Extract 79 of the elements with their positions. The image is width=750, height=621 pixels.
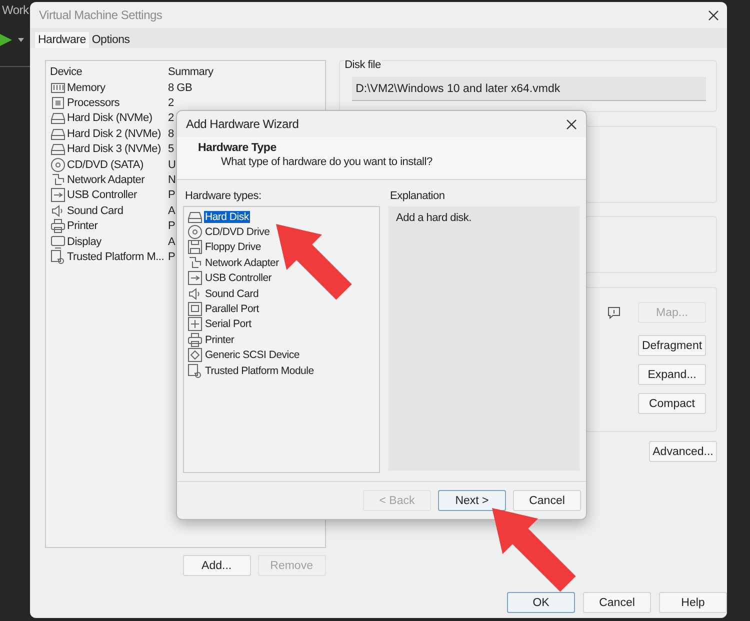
disc-icon — [187, 224, 203, 240]
printer-icon — [187, 332, 203, 348]
usb-icon — [50, 187, 66, 204]
table-cell: 8 — [168, 128, 174, 140]
list-item[interactable]: CD/DVD Drive — [204, 226, 271, 238]
port-icon — [187, 301, 203, 318]
monitor-icon — [50, 234, 66, 250]
table-cell: N — [168, 174, 176, 186]
list-item[interactable]: Parallel Port — [204, 303, 260, 316]
table-cell: P — [168, 250, 176, 263]
heading: Hardware Type — [198, 142, 278, 154]
explanation-text: Add a hard disk. — [396, 212, 472, 224]
table-cell: Sound Card — [67, 204, 124, 217]
port-icon — [187, 316, 203, 332]
table-cell: P — [168, 189, 176, 202]
button[interactable]: Compact — [638, 393, 706, 414]
network-icon — [187, 254, 203, 271]
table-cell: Hard Disk 2 (NVMe) — [67, 128, 161, 140]
window-title: Virtual Machine Settings — [39, 8, 162, 22]
table-cell: Hard Disk (NVMe) — [67, 112, 152, 124]
button[interactable]: Next > — [438, 490, 506, 511]
tab[interactable]: Hardware — [35, 32, 89, 48]
table-cell: Printer — [67, 220, 98, 232]
table-cell: CD/DVD (SATA) — [67, 158, 144, 171]
table-cell: U — [168, 158, 176, 171]
dialog-title: Add Hardware Wizard — [186, 117, 299, 131]
tab[interactable]: Options — [88, 32, 133, 48]
list-item[interactable]: Sound Card — [204, 288, 260, 300]
button[interactable]: Add... — [182, 555, 251, 576]
close-icon[interactable] — [708, 10, 719, 20]
list-item[interactable]: Printer — [204, 334, 236, 346]
table-cell: 5 — [168, 143, 174, 156]
table-cell: Display — [67, 236, 102, 248]
table-cell: 2 — [168, 112, 174, 124]
button[interactable]: Cancel — [583, 592, 651, 613]
column-header: Device — [50, 66, 84, 78]
info-icon — [607, 306, 621, 319]
list-item[interactable]: Floppy Drive — [204, 241, 262, 254]
key-icon — [187, 362, 203, 379]
printer-icon — [50, 218, 66, 234]
list-item[interactable]: USB Controller — [204, 272, 273, 284]
button[interactable]: Defragment — [638, 335, 706, 356]
chip-icon — [50, 95, 66, 112]
table-cell: USB Controller — [67, 189, 137, 202]
table-cell: Processors — [67, 97, 120, 110]
caret-icon — [18, 38, 24, 42]
advanced-button[interactable]: Advanced... — [649, 441, 717, 462]
key-icon — [50, 249, 66, 265]
list-item[interactable]: Hard Disk — [204, 210, 250, 223]
list-label: Hardware types: — [184, 190, 262, 204]
device-icon — [187, 347, 203, 364]
table-cell: A — [168, 204, 176, 217]
table-cell: 2 — [168, 97, 174, 110]
column-header: Summary — [168, 66, 214, 78]
list-item[interactable]: Network Adapter — [204, 256, 280, 269]
subheading: What type of hardware do you want to install? — [221, 156, 434, 168]
usb-icon — [187, 270, 203, 286]
disc-icon — [50, 156, 66, 173]
app-title: Work — [2, 3, 29, 17]
group-label: Disk file — [344, 59, 382, 71]
path-field[interactable]: D:\VM2\Windows 10 and later x64.vmdk — [352, 77, 706, 101]
list-item[interactable]: Serial Port — [204, 318, 252, 330]
close-icon[interactable] — [566, 118, 577, 130]
table-cell: Network Adapter — [67, 174, 145, 186]
table-cell: Memory — [67, 82, 106, 94]
table-cell: Hard Disk 3 (NVMe) — [67, 143, 161, 156]
play-icon — [0, 34, 12, 46]
list-item[interactable]: Generic SCSI Device — [204, 349, 300, 362]
button[interactable]: Cancel — [513, 490, 581, 511]
button[interactable]: Expand... — [638, 364, 706, 385]
button[interactable]: OK — [507, 592, 575, 613]
panel-label: Explanation — [389, 190, 446, 204]
table-cell: P — [168, 220, 176, 232]
table-cell: A — [168, 236, 176, 248]
button[interactable]: Help — [659, 592, 727, 613]
table-cell: Trusted Platform M... — [67, 251, 164, 263]
floppy-icon — [187, 239, 203, 256]
table-cell: 8 GB — [168, 82, 192, 94]
list-item[interactable]: Trusted Platform Module — [204, 364, 315, 377]
